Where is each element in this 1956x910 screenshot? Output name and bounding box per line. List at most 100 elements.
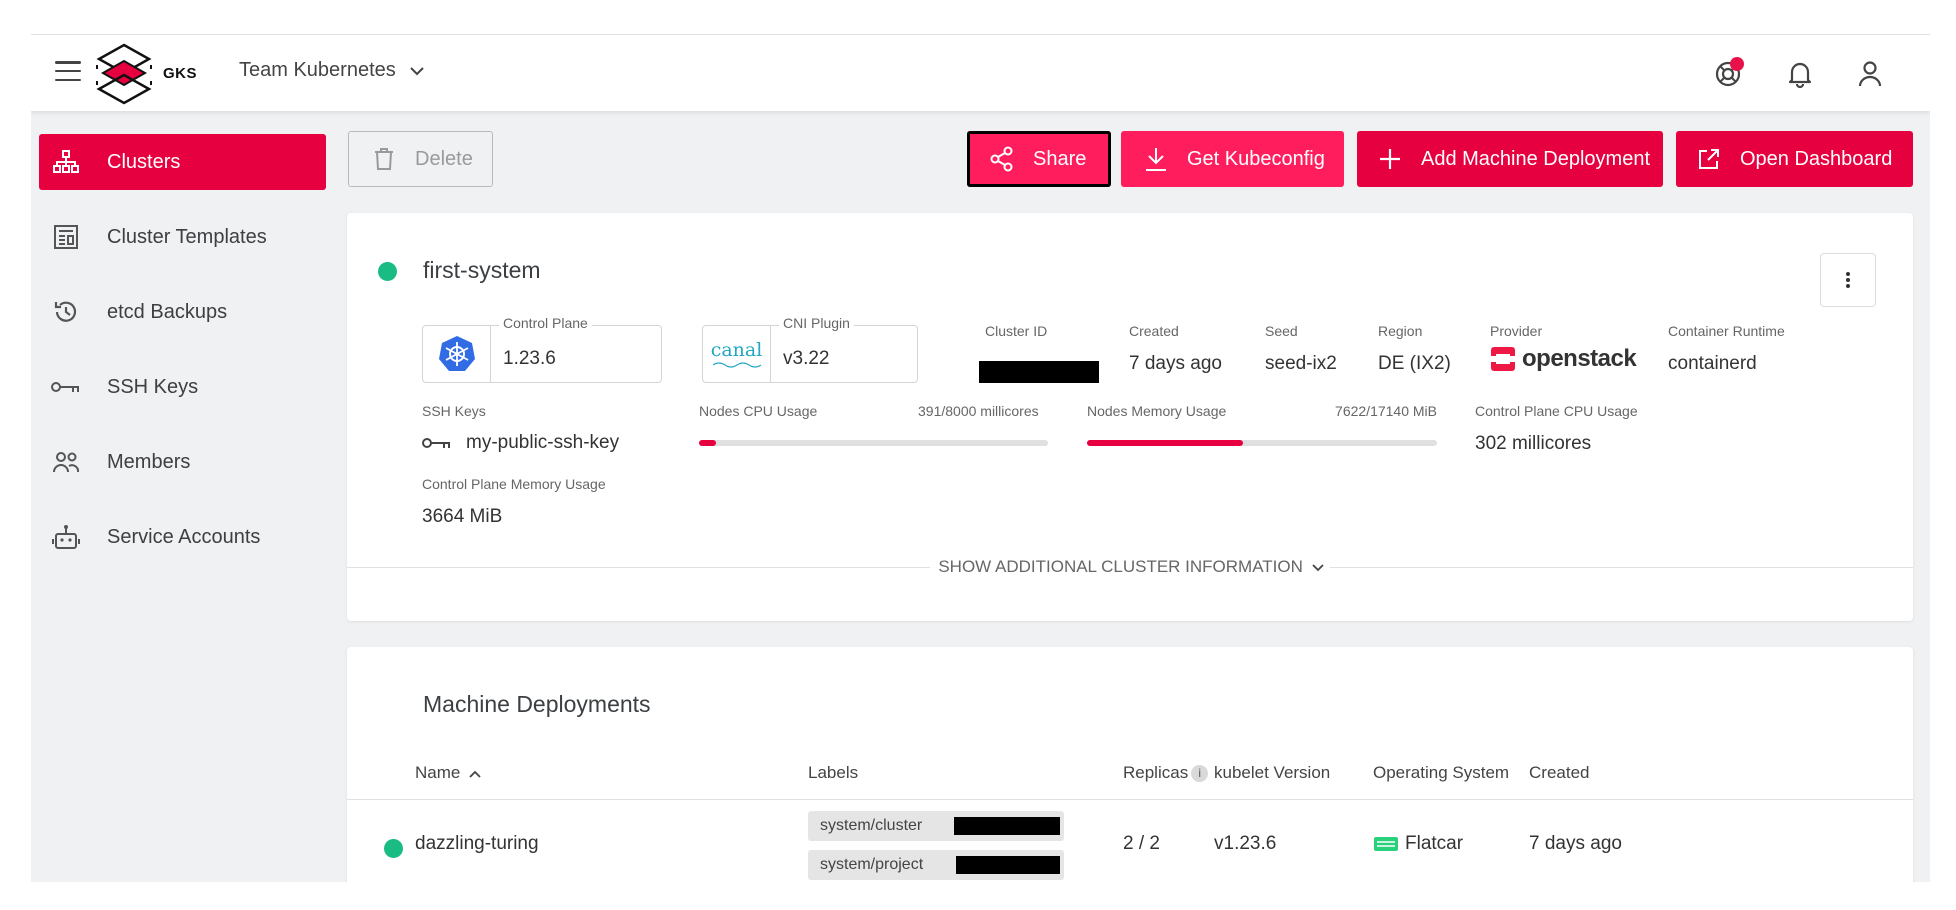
label-chip: system/cluster (808, 811, 1064, 841)
canal-logo: canal (703, 326, 771, 382)
sidebar-item-cluster-templates[interactable]: Cluster Templates (39, 209, 326, 265)
cluster-id-label: Cluster ID (985, 323, 1048, 339)
table-header-divider (347, 799, 1913, 800)
cp-cpu-value: 302 millicores (1475, 433, 1592, 454)
help-icon[interactable] (1711, 57, 1745, 91)
share-icon (989, 146, 1015, 172)
flatcar-icon (1374, 837, 1398, 851)
runtime-label: Container Runtime (1668, 323, 1785, 339)
column-header-os: Operating System (1373, 763, 1510, 782)
md-created: 7 days ago (1529, 833, 1622, 854)
openstack-icon (1491, 347, 1515, 371)
created-label: Created (1129, 323, 1179, 339)
seed-label: Seed (1265, 323, 1298, 339)
show-more-label: SHOW ADDITIONAL CLUSTER INFORMATION (938, 557, 1303, 576)
memory-usage-label: Nodes Memory Usage (1087, 403, 1227, 419)
template-icon (51, 222, 81, 252)
cp-memory-value: 3664 MiB (422, 506, 503, 527)
provider-logo: openstack (1490, 345, 1637, 373)
sidebar-item-label: SSH Keys (107, 375, 199, 398)
robot-icon (51, 522, 81, 552)
region-value: DE (IX2) (1378, 353, 1451, 374)
show-additional-info-toggle[interactable]: SHOW ADDITIONAL CLUSTER INFORMATION (347, 557, 1913, 577)
kubeconfig-label: Get Kubeconfig (1187, 147, 1325, 170)
cpu-usage-bar (699, 440, 1048, 446)
more-options-button[interactable] (1820, 253, 1876, 307)
cpu-usage-value: 391/8000 millicores (918, 403, 1039, 419)
column-header-replicas: Replicas i (1123, 763, 1209, 783)
cp-cpu-label: Control Plane CPU Usage (1475, 403, 1638, 419)
app-window: GKS Team Kubernetes Clusters Cluster Tem… (31, 34, 1930, 882)
top-bar: GKS Team Kubernetes (31, 35, 1930, 111)
name-header-label: Name (415, 763, 461, 782)
control-plane-label: Control Plane (499, 315, 592, 331)
replicas-header-label: Replicas (1123, 763, 1189, 782)
trash-icon (371, 146, 397, 172)
seed-value: seed-ix2 (1265, 353, 1337, 374)
account-icon[interactable] (1853, 57, 1887, 91)
delete-button[interactable]: Delete (348, 131, 493, 187)
cluster-id-value (979, 361, 1099, 383)
status-indicator (378, 262, 397, 281)
download-icon (1143, 146, 1169, 172)
gks-logo (96, 43, 152, 105)
chevron-down-icon (1312, 564, 1324, 572)
cp-memory-label: Control Plane Memory Usage (422, 476, 606, 492)
share-label: Share (1033, 147, 1087, 170)
notification-dot (1730, 57, 1744, 71)
key-icon (422, 438, 450, 448)
column-header-labels: Labels (808, 763, 859, 782)
memory-usage-fill (1087, 440, 1243, 446)
ssh-key-name: my-public-ssh-key (466, 432, 620, 453)
md-name: dazzling-turing (415, 833, 539, 854)
column-header-created: Created (1529, 763, 1590, 782)
control-plane-version: 1.23.6 (503, 348, 556, 369)
sidebar-item-members[interactable]: Members (39, 434, 326, 490)
label-key: system/cluster (820, 817, 923, 834)
bell-icon[interactable] (1783, 57, 1817, 91)
open-dashboard-button[interactable]: Open Dashboard (1676, 131, 1913, 187)
get-kubeconfig-button[interactable]: Get Kubeconfig (1121, 131, 1344, 187)
sidebar-item-label: Clusters (107, 150, 181, 173)
memory-usage-value: 7622/17140 MiB (1335, 403, 1437, 419)
share-button[interactable]: Share (967, 131, 1111, 187)
project-name: Team Kubernetes (239, 59, 396, 81)
ssh-key-entry: my-public-ssh-key (422, 432, 619, 454)
add-machine-deployment-button[interactable]: Add Machine Deployment (1357, 131, 1663, 187)
chevron-down-icon (410, 66, 424, 75)
dashboard-label: Open Dashboard (1740, 147, 1893, 170)
cluster-name: first-system (423, 257, 541, 283)
md-os: Flatcar (1373, 833, 1463, 855)
label-value-redacted (956, 856, 1060, 874)
label-chip: system/project (808, 850, 1064, 880)
md-replicas: 2 / 2 (1123, 833, 1160, 854)
column-header-kubelet: kubelet Version (1214, 763, 1331, 782)
plus-icon (1377, 146, 1403, 172)
runtime-value: containerd (1668, 353, 1757, 374)
os-name: Flatcar (1405, 833, 1464, 854)
info-icon[interactable]: i (1191, 764, 1209, 782)
sidebar-item-label: Cluster Templates (107, 225, 267, 248)
sidebar-item-service-accounts[interactable]: Service Accounts (39, 509, 326, 565)
menu-icon[interactable] (55, 61, 81, 81)
sidebar-item-label: etcd Backups (107, 300, 228, 323)
column-header-name[interactable]: Name (415, 763, 481, 783)
cni-plugin-field: canal CNI Plugin v3.22 (702, 315, 918, 383)
cluster-details-card: first-system Control Plane 1.23.6 canal … (347, 213, 1913, 621)
machine-deployments-card: Machine Deployments Name Labels Replicas… (347, 647, 1913, 882)
external-link-icon (1696, 146, 1722, 172)
control-plane-field: Control Plane 1.23.6 (422, 315, 662, 383)
members-icon (51, 447, 81, 477)
canal-logo-text: canal (710, 339, 763, 361)
md-kubelet-version: v1.23.6 (1214, 833, 1277, 854)
machine-deployments-title: Machine Deployments (423, 691, 651, 717)
sidebar-item-etcd-backups[interactable]: etcd Backups (39, 284, 326, 340)
cni-label: CNI Plugin (779, 315, 854, 331)
label-value-redacted (954, 817, 1060, 835)
sidebar: Clusters Cluster Templates etcd Backups … (31, 111, 331, 882)
sidebar-item-ssh-keys[interactable]: SSH Keys (39, 359, 326, 415)
sidebar-item-clusters[interactable]: Clusters (39, 134, 326, 190)
created-value: 7 days ago (1129, 353, 1222, 374)
cni-version: v3.22 (783, 348, 830, 369)
project-selector[interactable]: Team Kubernetes (239, 59, 424, 82)
